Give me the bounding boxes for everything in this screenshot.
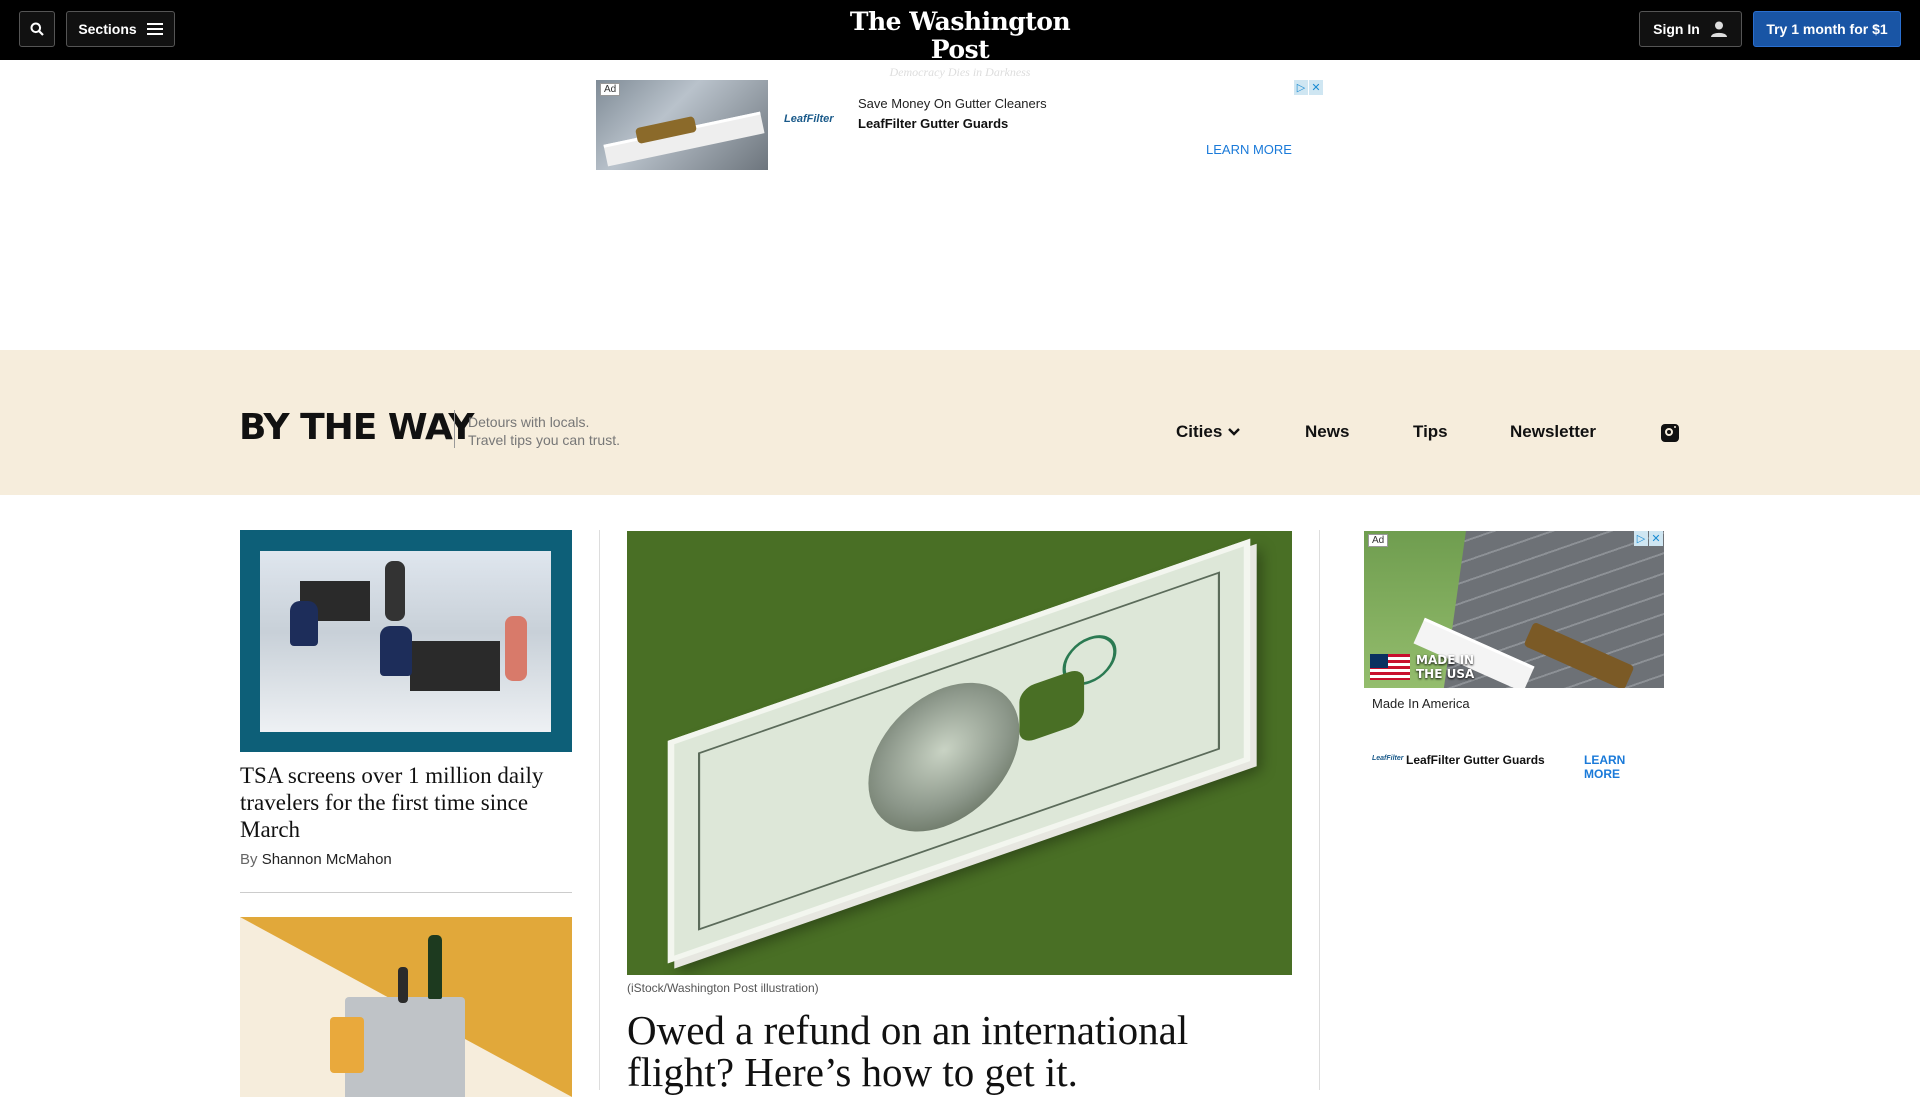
adchoices-icon[interactable]: ▷ <box>1294 80 1308 95</box>
column-divider <box>599 530 600 1090</box>
ad-brand-logo: LeafFilter <box>784 113 834 125</box>
us-flag-icon <box>1370 654 1410 680</box>
tsa-story-image[interactable] <box>240 530 572 752</box>
left-column: TSA screens over 1 million daily travele… <box>240 530 572 1097</box>
by-the-way-logo[interactable]: BY THE WAY <box>239 408 474 448</box>
sign-in-label: Sign In <box>1653 21 1700 37</box>
adchoices-icon[interactable]: ▷ <box>1634 531 1648 546</box>
column-divider <box>1319 530 1320 1090</box>
by-the-way-tagline: Detours with locals. Travel tips you can… <box>468 413 620 449</box>
refund-story-image[interactable] <box>627 531 1292 975</box>
by-the-way-header: BY THE WAY Detours with locals. Travel t… <box>0 350 1920 495</box>
made-line-1: MADE IN <box>1416 653 1475 667</box>
site-tagline: Democracy Dies in Darkness <box>889 65 1031 79</box>
nav-newsletter[interactable]: Newsletter <box>1510 422 1596 442</box>
byline: By Shannon McMahon <box>240 851 572 868</box>
instagram-icon[interactable] <box>1661 424 1679 442</box>
sidebar-ad-brand-logo: LeafFilter <box>1372 755 1404 762</box>
search-icon <box>30 22 44 36</box>
ad-badge: Ad <box>1368 534 1389 547</box>
divider <box>454 410 455 448</box>
ad-headline[interactable]: Save Money On Gutter Cleaners <box>858 96 1047 111</box>
close-ad-icon[interactable]: ✕ <box>1309 80 1323 95</box>
nav-cities[interactable]: Cities <box>1176 422 1241 442</box>
byline-prefix: By <box>240 851 258 868</box>
divider <box>240 892 572 893</box>
ad-advertiser[interactable]: LeafFilter Gutter Guards <box>858 116 1008 131</box>
subscribe-button[interactable]: Try 1 month for $1 <box>1753 11 1901 47</box>
sections-label: Sections <box>78 21 137 37</box>
sidebar-ad-learn-more-link[interactable]: LEARN MORE <box>1584 753 1664 781</box>
top-nav: Sections The Washington Post Democracy D… <box>0 0 1920 79</box>
sidebar-ad[interactable]: Ad ▷ ✕ MADE IN THE USA Made In America L… <box>1364 531 1664 781</box>
second-story-image[interactable] <box>240 917 572 1097</box>
adchoices-controls[interactable]: ▷ ✕ <box>1294 80 1324 96</box>
site-logo[interactable]: The Washington Post <box>820 8 1100 64</box>
sidebar-ad-text[interactable]: Made In America <box>1372 696 1470 711</box>
menu-icon <box>146 23 163 35</box>
sidebar-ad-advertiser[interactable]: LeafFilter Gutter Guards <box>1406 753 1545 767</box>
sidebar-ad-image[interactable]: Ad ▷ ✕ MADE IN THE USA <box>1364 531 1664 688</box>
nav-cities-label: Cities <box>1176 422 1223 441</box>
user-icon <box>1710 21 1727 37</box>
top-banner-ad[interactable]: Ad LeafFilter Save Money On Gutter Clean… <box>596 80 1324 170</box>
chevron-down-icon <box>1228 428 1241 436</box>
made-line-2: THE USA <box>1416 667 1475 681</box>
search-button[interactable] <box>19 11 55 47</box>
tagline-line-2: Travel tips you can trust. <box>468 432 620 448</box>
sections-button[interactable]: Sections <box>66 11 175 47</box>
close-ad-icon[interactable]: ✕ <box>1649 531 1663 546</box>
adchoices-controls[interactable]: ▷ ✕ <box>1634 531 1664 547</box>
nav-tips[interactable]: Tips <box>1413 422 1448 442</box>
sign-in-button[interactable]: Sign In <box>1639 11 1742 47</box>
nav-news[interactable]: News <box>1305 422 1349 442</box>
tsa-story-headline[interactable]: TSA screens over 1 million daily travele… <box>240 762 572 843</box>
refund-story-headline[interactable]: Owed a refund on an international flight… <box>627 1009 1292 1093</box>
main-column: (iStock/Washington Post illustration) Ow… <box>627 531 1292 1093</box>
masthead[interactable]: The Washington Post Democracy Dies in Da… <box>820 8 1100 80</box>
ad-image[interactable]: Ad <box>596 80 768 170</box>
made-in-usa-badge: MADE IN THE USA <box>1370 653 1474 681</box>
tagline-line-1: Detours with locals. <box>468 414 590 430</box>
ad-badge: Ad <box>600 83 621 96</box>
image-caption: (iStock/Washington Post illustration) <box>627 981 819 995</box>
ad-learn-more-link[interactable]: LEARN MORE <box>1206 142 1292 157</box>
author-link[interactable]: Shannon McMahon <box>262 851 392 868</box>
